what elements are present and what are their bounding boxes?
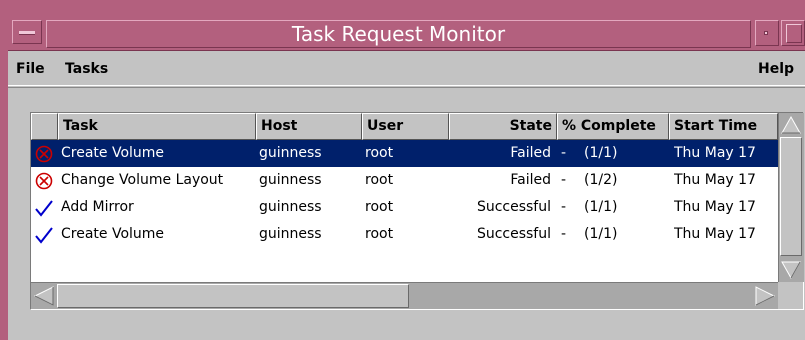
window-menu-button[interactable] [12, 20, 42, 44]
scroll-right-arrow-icon[interactable] [753, 284, 777, 308]
menu-file[interactable]: File [16, 61, 45, 77]
cell-host: guinness [259, 172, 322, 188]
scroll-down-arrow-icon[interactable] [780, 259, 802, 281]
header-user[interactable]: User [362, 113, 449, 140]
cell-user: root [365, 199, 394, 215]
scroll-left-arrow-icon[interactable] [32, 284, 56, 308]
vertical-scrollbar[interactable] [778, 113, 804, 282]
cell-complete: (1/1) [584, 199, 618, 215]
maximize-button[interactable] [781, 20, 805, 46]
cell-host: guinness [259, 226, 322, 242]
horizontal-scrollbar[interactable] [31, 282, 778, 309]
cell-host: guinness [259, 145, 322, 161]
cell-start-time: Thu May 17 [674, 172, 756, 188]
cell-task: Create Volume [61, 226, 165, 242]
task-request-monitor-window: Task Request Monitor File Tasks Help Tas… [8, 0, 805, 340]
cell-user: root [365, 226, 394, 242]
cell-state: Failed [510, 145, 551, 161]
cell-complete: (1/1) [584, 145, 618, 161]
cell-task: Add Mirror [61, 199, 134, 215]
cell-dash: - [561, 199, 567, 215]
table-header: Task Host User State % Complete Start Ti… [31, 113, 778, 140]
cell-user: root [365, 145, 394, 161]
menu-separator [8, 85, 805, 86]
success-checkmark-icon [35, 200, 53, 217]
menu-help[interactable]: Help [758, 61, 794, 77]
cell-state: Successful [476, 199, 551, 215]
scrollbar-corner [778, 282, 803, 309]
header-status-icon-column[interactable] [31, 113, 58, 140]
cell-dash: - [561, 226, 567, 242]
horizontal-scroll-thumb[interactable] [57, 284, 409, 308]
maximize-icon [786, 24, 802, 43]
window-menu-icon [19, 31, 35, 35]
table-row[interactable]: Add Mirror guinness root Successful - (1… [31, 194, 778, 221]
cell-start-time: Thu May 17 [674, 226, 756, 242]
success-checkmark-icon [35, 227, 53, 244]
cell-complete: (1/1) [584, 226, 618, 242]
header-task[interactable]: Task [58, 113, 256, 140]
cell-complete: (1/2) [584, 172, 618, 188]
vertical-scroll-thumb[interactable] [780, 137, 802, 256]
cell-start-time: Thu May 17 [674, 145, 756, 161]
minimize-icon [764, 31, 768, 35]
window-title: Task Request Monitor [46, 20, 751, 48]
table-row[interactable]: Change Volume Layout guinness root Faile… [31, 167, 778, 194]
header-state[interactable]: State [449, 113, 557, 140]
title-bar[interactable]: Task Request Monitor [8, 0, 805, 51]
task-table: Task Host User State % Complete Start Ti… [30, 112, 804, 310]
table-row[interactable]: Create Volume guinness root Failed - (1/… [31, 140, 778, 167]
cell-state: Failed [510, 172, 551, 188]
cell-user: root [365, 172, 394, 188]
failed-circle-x-icon [35, 172, 53, 190]
cell-state: Successful [476, 226, 551, 242]
table-row[interactable]: Create Volume guinness root Successful -… [31, 221, 778, 248]
scroll-up-arrow-icon[interactable] [780, 114, 802, 136]
cell-dash: - [561, 172, 567, 188]
header-percent-complete[interactable]: % Complete [557, 113, 669, 140]
menu-tasks[interactable]: Tasks [65, 61, 108, 77]
header-start-time[interactable]: Start Time [669, 113, 778, 140]
header-host[interactable]: Host [256, 113, 362, 140]
failed-circle-x-icon [35, 145, 53, 163]
cell-task: Change Volume Layout [61, 172, 224, 188]
minimize-button[interactable] [755, 20, 779, 46]
cell-dash: - [561, 145, 567, 161]
cell-task: Create Volume [61, 145, 165, 161]
cell-start-time: Thu May 17 [674, 199, 756, 215]
menu-bar: File Tasks Help [8, 51, 805, 88]
cell-host: guinness [259, 199, 322, 215]
